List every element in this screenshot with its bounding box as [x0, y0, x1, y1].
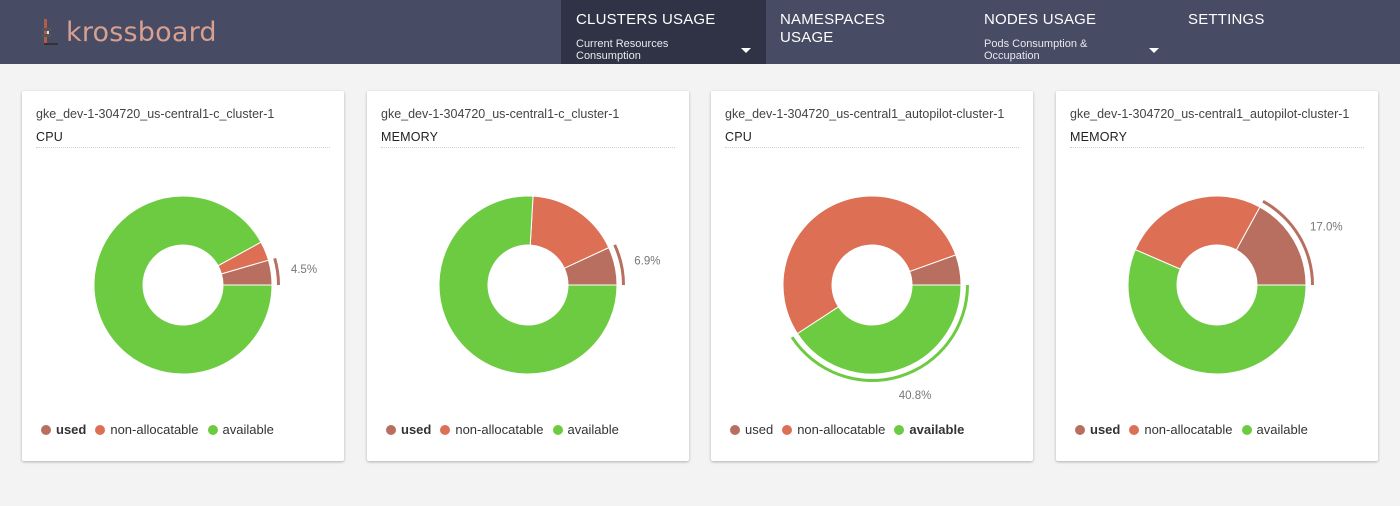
donut-slice-available[interactable]: [93, 195, 273, 375]
legend-label: non-allocatable: [797, 422, 886, 437]
caret-down-icon: [741, 47, 751, 53]
legend-label: available: [909, 422, 965, 437]
legend-label: non-allocatable: [1144, 422, 1233, 437]
chart-legend: used non-allocatable available: [1075, 422, 1317, 437]
legend-label: non-allocatable: [110, 422, 199, 437]
cluster-name: gke_dev-1-304720_us-central1_autopilot-c…: [725, 107, 1005, 121]
donut-chart: 4.5%: [93, 195, 317, 375]
legend-swatch: [1241, 424, 1252, 435]
nav-nodes-usage-submenu[interactable]: Pods Consumption & Occupation: [984, 38, 1159, 62]
chart-legend: used non-allocatable available: [730, 422, 973, 437]
usage-card: gke_dev-1-304720_us-central1_autopilot-c…: [711, 91, 1033, 461]
legend-swatch: [41, 424, 51, 435]
donut-chart: 6.9%: [438, 195, 661, 375]
legend-swatch: [552, 424, 563, 435]
slice-percent-label: 40.8%: [899, 390, 932, 402]
legend-item-non-allocatable[interactable]: non-allocatable: [1129, 422, 1233, 437]
legend-item-non-allocatable[interactable]: non-allocatable: [782, 422, 885, 437]
slice-highlight-ring: [273, 257, 280, 285]
nav-settings-label: SETTINGS: [1188, 11, 1265, 28]
nav-clusters-usage-sub-label: Current Resources Consumption: [576, 38, 669, 62]
legend-item-used[interactable]: used: [730, 422, 773, 437]
divider: [381, 147, 675, 148]
slice-percent-label: 6.9%: [634, 255, 660, 267]
legend-item-used[interactable]: used: [386, 422, 431, 437]
legend-item-used[interactable]: used: [1075, 422, 1120, 437]
krossboard-logo-icon: [42, 19, 58, 45]
nav-namespaces-usage-label: NAMESPACES USAGE: [780, 11, 886, 46]
legend-swatch: [1075, 424, 1085, 435]
legend-swatch: [730, 424, 740, 435]
legend-swatch: [386, 424, 396, 435]
slice-percent-label: 17.0%: [1310, 221, 1343, 233]
top-navbar: krossboard CLUSTERS USAGE Current Resour…: [0, 0, 1400, 64]
legend-swatch: [207, 424, 218, 435]
legend-label: used: [56, 422, 87, 437]
chart-legend: used non-allocatable available: [386, 422, 628, 437]
legend-item-available[interactable]: available: [894, 422, 964, 437]
legend-label: available: [222, 422, 274, 437]
nav-nodes-usage-label: NODES USAGE: [984, 11, 1097, 28]
usage-card: gke_dev-1-304720_us-central1-c_cluster-1…: [367, 91, 689, 461]
legend-item-available[interactable]: available: [552, 422, 619, 437]
nav-namespaces-usage[interactable]: NAMESPACES USAGE: [765, 0, 955, 64]
caret-down-icon: [1149, 47, 1159, 53]
legend-label: used: [1090, 422, 1121, 437]
nav-clusters-usage-label: CLUSTERS USAGE: [576, 11, 716, 28]
legend-swatch: [782, 424, 793, 435]
cluster-name: gke_dev-1-304720_us-central1_autopilot-c…: [1070, 107, 1350, 121]
metric-title: CPU: [725, 130, 752, 144]
legend-swatch: [95, 424, 106, 435]
nav-clusters-usage-submenu[interactable]: Current Resources Consumption: [576, 38, 751, 62]
legend-item-available[interactable]: available: [207, 422, 274, 437]
legend-item-non-allocatable[interactable]: non-allocatable: [440, 422, 544, 437]
divider: [725, 147, 1019, 148]
legend-item-available[interactable]: available: [1241, 422, 1308, 437]
divider: [36, 147, 330, 148]
cluster-name: gke_dev-1-304720_us-central1-c_cluster-1: [36, 107, 275, 121]
legend-item-used[interactable]: used: [41, 422, 86, 437]
nav-nodes-usage[interactable]: NODES USAGE Pods Consumption & Occupatio…: [969, 0, 1174, 64]
legend-label: available: [1256, 422, 1308, 437]
donut-chart: 40.8%: [782, 195, 969, 402]
usage-card: gke_dev-1-304720_us-central1-c_cluster-1…: [22, 91, 344, 461]
app-logo[interactable]: krossboard: [42, 14, 217, 50]
legend-item-non-allocatable[interactable]: non-allocatable: [95, 422, 199, 437]
legend-label: non-allocatable: [455, 422, 544, 437]
nav-clusters-usage[interactable]: CLUSTERS USAGE Current Resources Consump…: [561, 0, 766, 64]
usage-card: gke_dev-1-304720_us-central1_autopilot-c…: [1056, 91, 1378, 461]
slice-percent-label: 4.5%: [291, 264, 317, 276]
legend-label: used: [401, 422, 432, 437]
nav-settings[interactable]: SETTINGS: [1173, 0, 1283, 64]
cluster-name: gke_dev-1-304720_us-central1-c_cluster-1: [381, 107, 620, 121]
metric-title: CPU: [36, 130, 63, 144]
nav-nodes-usage-sub-label: Pods Consumption & Occupation: [984, 38, 1088, 62]
legend-swatch: [1129, 424, 1140, 435]
metric-title: MEMORY: [381, 130, 439, 144]
legend-swatch: [440, 424, 451, 435]
metric-title: MEMORY: [1070, 130, 1128, 144]
legend-label: used: [745, 422, 774, 437]
donut-chart: 17.0%: [1127, 195, 1343, 375]
chart-legend: used non-allocatable available: [41, 422, 283, 437]
divider: [1070, 147, 1364, 148]
legend-label: available: [567, 422, 619, 437]
app-logo-text: krossboard: [66, 16, 217, 48]
legend-swatch: [894, 424, 905, 435]
